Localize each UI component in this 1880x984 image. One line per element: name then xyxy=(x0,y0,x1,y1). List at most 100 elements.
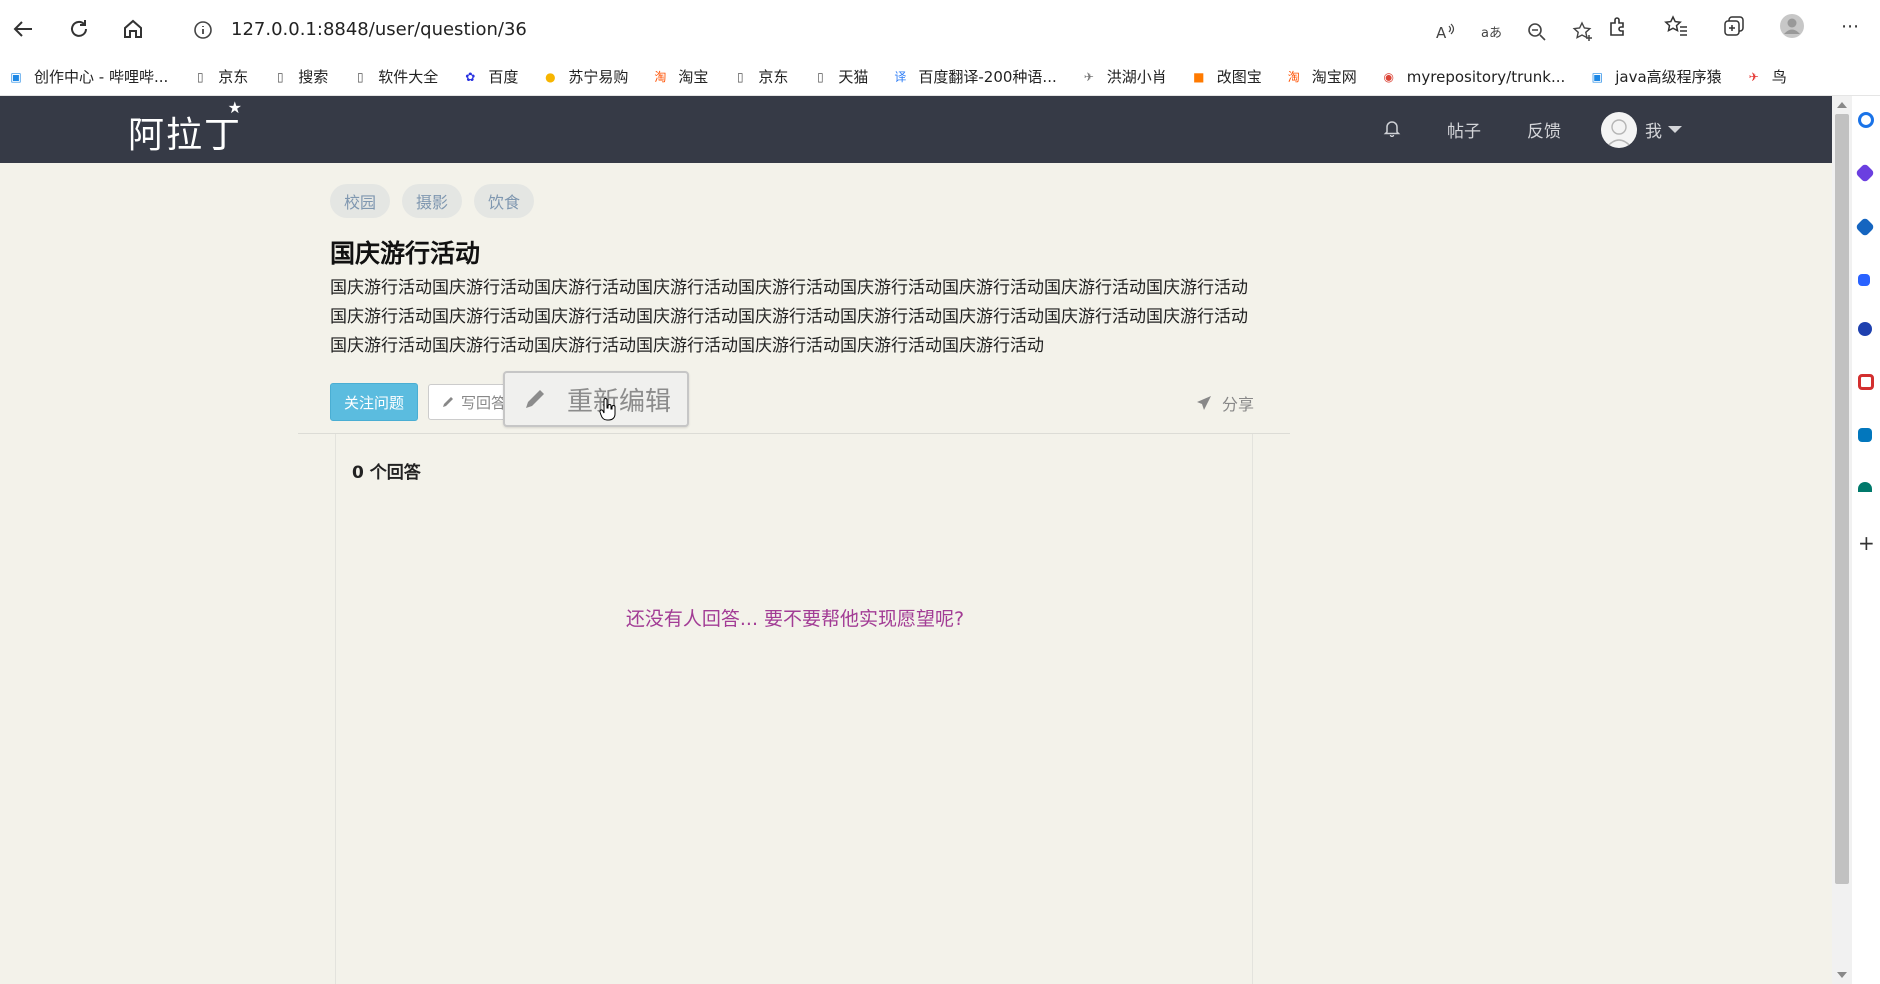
people-sidebar-icon[interactable] xyxy=(1858,322,1872,336)
scrollbar-thumb[interactable] xyxy=(1835,114,1849,884)
pencil-icon xyxy=(526,390,544,408)
bookmark-item[interactable]: ✿ 百度 xyxy=(460,66,518,87)
extensions-icon[interactable] xyxy=(1604,12,1632,40)
translate-icon[interactable]: aあ xyxy=(1477,18,1505,46)
arrow-left-icon xyxy=(13,21,32,37)
reload-button[interactable] xyxy=(62,12,96,46)
url-host: 127.0.0.1 xyxy=(231,19,317,40)
copilot-sidebar-icon[interactable] xyxy=(1855,163,1875,183)
user-silhouette-icon xyxy=(1605,118,1633,148)
bird-red-icon: ✈ xyxy=(1748,69,1759,84)
suning-icon: ● xyxy=(545,69,556,84)
question-tags: 校园 摄影 饮食 xyxy=(330,184,535,218)
site-logo[interactable]: 阿拉丁 ★ xyxy=(128,98,243,158)
profile-avatar-icon[interactable] xyxy=(1778,12,1806,40)
url-text[interactable]: 127.0.0.1:8848/user/question/36 xyxy=(231,19,527,40)
outlook-sidebar-icon[interactable] xyxy=(1858,428,1872,442)
user-menu-label: 我 xyxy=(1645,122,1662,142)
bookmark-item[interactable]: ■ 改图宝 xyxy=(1189,66,1262,87)
back-button[interactable] xyxy=(6,12,40,46)
baidu-paw-icon: ✿ xyxy=(465,69,476,84)
user-avatar[interactable] xyxy=(1601,111,1637,148)
sparkle-icon: ★ xyxy=(227,98,245,117)
home-icon xyxy=(124,19,142,38)
page-icon: ▯ xyxy=(196,69,204,84)
page-icon: ▯ xyxy=(356,69,364,84)
svg-text:A: A xyxy=(1436,24,1447,42)
site-navbar: 阿拉丁 ★ 帖子 反馈 我 xyxy=(0,96,1832,163)
search-sidebar-icon[interactable] xyxy=(1858,112,1874,128)
notification-bell-icon[interactable] xyxy=(1383,119,1401,141)
games-sidebar-icon[interactable] xyxy=(1858,482,1872,492)
bookmark-item[interactable]: ✈ 洪湖小肖 xyxy=(1079,66,1167,87)
zoom-out-icon[interactable] xyxy=(1523,18,1551,46)
re-edit-label: 重新编辑 xyxy=(567,385,672,416)
nav-link-posts[interactable]: 帖子 xyxy=(1447,117,1481,142)
bookmark-item[interactable]: ▯ 京东 xyxy=(190,66,248,87)
bookmark-label: 苏宁易购 xyxy=(568,68,629,86)
question-title: 国庆游行活动 xyxy=(330,239,481,268)
user-menu-dropdown[interactable]: 我 xyxy=(1645,117,1682,142)
scroll-down-arrow-icon[interactable] xyxy=(1837,972,1847,978)
add-sidebar-icon[interactable]: + xyxy=(1858,532,1880,554)
chrome-icon: ◉ xyxy=(1383,69,1395,84)
question-body: 国庆游行活动国庆游行活动国庆游行活动国庆游行活动国庆游行活动国庆游行活动国庆游行… xyxy=(330,278,1248,356)
office-sidebar-icon[interactable] xyxy=(1858,374,1874,390)
bookmark-label: 淘宝 xyxy=(678,68,709,86)
bookmark-item[interactable]: 译百度翻译-200种语... xyxy=(890,66,1056,87)
answer-count: 0 个回答 xyxy=(352,463,421,483)
caret-down-icon xyxy=(1668,126,1682,133)
scroll-up-arrow-icon[interactable] xyxy=(1837,102,1847,108)
bird-icon: ✈ xyxy=(1083,69,1094,84)
bookmark-label: 京东 xyxy=(218,68,249,86)
bookmark-label: myrepository/trunk... xyxy=(1406,67,1566,86)
shopping-sidebar-icon[interactable] xyxy=(1855,217,1875,237)
bookmark-item[interactable]: ▣ java高级程序猿 xyxy=(1587,66,1722,87)
bookmark-item[interactable]: ◉ myrepository/trunk... xyxy=(1379,67,1566,87)
more-menu-icon[interactable]: ⋯ xyxy=(1836,12,1864,40)
taobao-icon: 淘 xyxy=(654,70,667,84)
tag-photography[interactable]: 摄影 xyxy=(402,184,463,218)
bookmark-item[interactable]: ▯ 搜索 xyxy=(270,66,328,87)
bookmark-item[interactable]: ▯ 京东 xyxy=(730,66,788,87)
tools-sidebar-icon[interactable] xyxy=(1858,274,1870,286)
browser-sidebar: + xyxy=(1852,96,1880,984)
page-icon: ▯ xyxy=(276,69,284,84)
collections-icon[interactable] xyxy=(1720,12,1748,40)
bookmark-label: java高级程序猿 xyxy=(1615,68,1722,86)
page-scrollbar[interactable] xyxy=(1832,96,1852,984)
bookmark-item[interactable]: ▣ 创作中心 - 哔哩哔... xyxy=(6,66,168,87)
bookmark-item[interactable]: ● 苏宁易购 xyxy=(540,66,628,87)
favorites-icon[interactable] xyxy=(1662,12,1690,40)
share-button[interactable]: 分享 xyxy=(1196,391,1254,415)
bookmark-item[interactable]: 淘淘宝 xyxy=(650,66,708,87)
bookmark-label: 天猫 xyxy=(838,68,869,86)
answers-section: 0 个回答 还没有人回答... 要不要帮他实现愿望呢? xyxy=(335,434,1253,984)
page-icon: ▯ xyxy=(737,69,744,84)
paper-plane-icon xyxy=(1196,396,1211,410)
follow-question-button[interactable]: 关注问题 xyxy=(330,383,419,421)
browser-toolbar: 127.0.0.1:8848/user/question/36 A aあ ⋯ xyxy=(0,0,1880,58)
bookmark-item[interactable]: ▯ 天猫 xyxy=(810,66,868,87)
bookmark-item[interactable]: 淘淘宝网 xyxy=(1284,66,1357,87)
bilibili-icon: ▣ xyxy=(1591,69,1603,84)
tag-food[interactable]: 饮食 xyxy=(474,184,535,218)
bookmark-label: 淘宝网 xyxy=(1311,68,1357,86)
empty-answers-message[interactable]: 还没有人回答... 要不要帮他实现愿望呢? xyxy=(336,604,1254,631)
home-button[interactable] xyxy=(116,12,150,46)
nav-link-feedback[interactable]: 反馈 xyxy=(1527,117,1561,142)
hand-cursor-icon xyxy=(599,398,616,421)
write-answer-label: 写回答 xyxy=(461,394,507,412)
bookmark-item[interactable]: ▯ 软件大全 xyxy=(350,66,438,87)
bookmark-label: 百度翻译-200种语... xyxy=(918,68,1057,86)
re-edit-button[interactable]: 重新编辑 xyxy=(503,371,689,427)
brand-text: 阿拉丁 xyxy=(128,115,243,156)
address-bar[interactable]: 127.0.0.1:8848/user/question/36 A aあ xyxy=(168,9,1608,49)
bookmark-item[interactable]: ✈ 鸟 xyxy=(1744,66,1787,87)
question-actions: 关注问题 写回答 重新编辑 分享 xyxy=(330,371,1260,427)
read-aloud-icon[interactable]: A xyxy=(1431,18,1459,46)
site-info-icon[interactable] xyxy=(193,20,213,44)
add-favorite-icon[interactable] xyxy=(1569,18,1597,46)
reload-icon xyxy=(71,20,87,37)
tag-campus[interactable]: 校园 xyxy=(330,184,391,218)
